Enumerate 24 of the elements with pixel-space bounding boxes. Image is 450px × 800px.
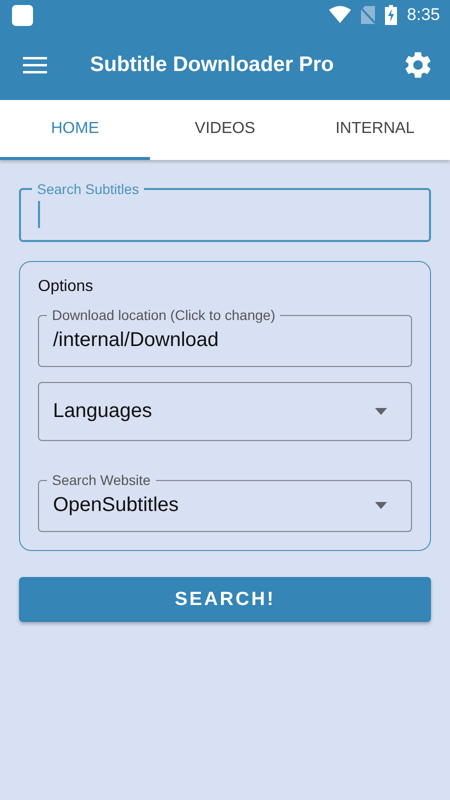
field-label: Search Website: [51, 472, 152, 488]
dropdown-caret-icon: [375, 408, 387, 414]
dropdown[interactable]: Search Website OpenSubtitles: [38, 472, 412, 532]
notification-icon: [12, 4, 33, 26]
field-label: Download location (Click to change): [51, 307, 276, 323]
search-button[interactable]: SEARCH!: [19, 577, 431, 622]
menu-icon[interactable]: [23, 55, 49, 75]
tab[interactable]: VIDEOS: [150, 100, 300, 160]
no-sim-icon: [360, 6, 375, 24]
card-title: Options: [38, 278, 94, 296]
field-value: Languages: [53, 399, 152, 423]
field-value: OpenSubtitles: [53, 493, 179, 517]
field-value: /internal/Download: [53, 328, 219, 352]
tab[interactable]: INTERNAL: [300, 100, 450, 160]
dropdown-caret-icon: [375, 502, 387, 508]
wifi-icon: [328, 6, 351, 24]
tab[interactable]: HOME: [0, 100, 150, 160]
text-field[interactable]: Download location (Click to change) /internal/Download: [38, 307, 412, 367]
dropdown[interactable]: Languages: [38, 382, 412, 441]
battery-icon: [384, 5, 397, 25]
app-title: Subtitle Downloader Pro: [90, 53, 335, 77]
text-cursor: [38, 201, 40, 228]
field-label: Search Subtitles: [36, 181, 140, 197]
clock-time: 8:35: [406, 5, 440, 25]
